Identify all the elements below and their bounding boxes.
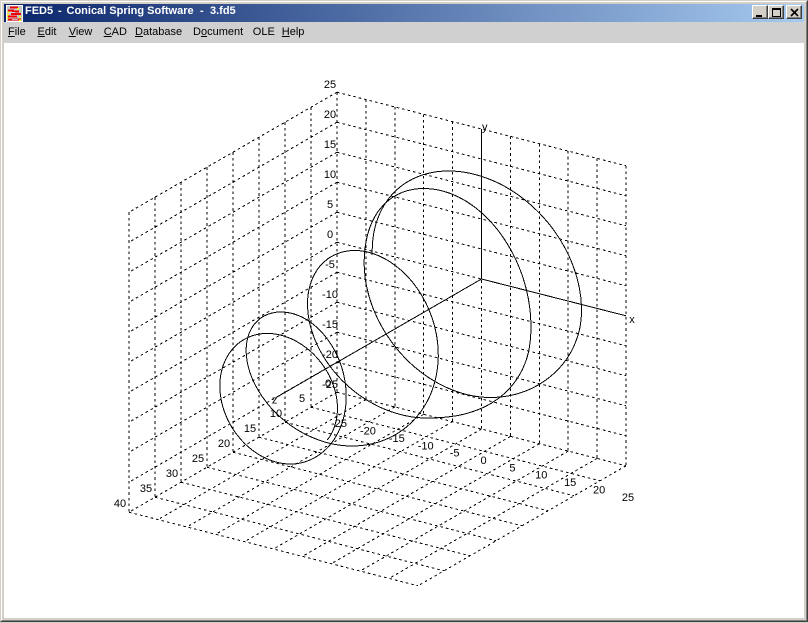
svg-text:10: 10 <box>270 408 282 420</box>
svg-text:-10: -10 <box>418 440 434 452</box>
svg-text:20: 20 <box>218 438 230 450</box>
svg-text:25: 25 <box>324 79 336 91</box>
svg-text:40: 40 <box>114 498 126 510</box>
svg-text:20: 20 <box>593 484 605 496</box>
svg-text:0: 0 <box>327 229 333 241</box>
svg-text:30: 30 <box>166 468 178 480</box>
svg-text:15: 15 <box>244 423 256 435</box>
svg-text:5: 5 <box>299 393 305 405</box>
svg-text:5: 5 <box>509 462 515 474</box>
svg-text:-5: -5 <box>450 448 460 460</box>
svg-text:-20: -20 <box>322 349 338 361</box>
svg-text:15: 15 <box>324 139 336 151</box>
svg-text:25: 25 <box>192 453 204 465</box>
svg-text:35: 35 <box>140 483 152 495</box>
svg-text:20: 20 <box>324 109 336 121</box>
svg-text:5: 5 <box>327 199 333 211</box>
svg-text:y: y <box>482 122 488 134</box>
svg-text:0: 0 <box>325 378 331 390</box>
svg-text:-25: -25 <box>331 418 347 430</box>
svg-text:-5: -5 <box>325 259 335 271</box>
svg-text:0: 0 <box>480 455 486 467</box>
svg-text:z: z <box>272 395 278 407</box>
svg-text:x: x <box>629 314 635 326</box>
svg-text:-20: -20 <box>360 426 376 438</box>
svg-text:10: 10 <box>535 470 547 482</box>
svg-text:-15: -15 <box>389 433 405 445</box>
svg-text:15: 15 <box>564 477 576 489</box>
svg-text:10: 10 <box>324 169 336 181</box>
svg-text:-15: -15 <box>322 319 338 331</box>
svg-text:-10: -10 <box>322 289 338 301</box>
svg-text:25: 25 <box>622 492 634 504</box>
